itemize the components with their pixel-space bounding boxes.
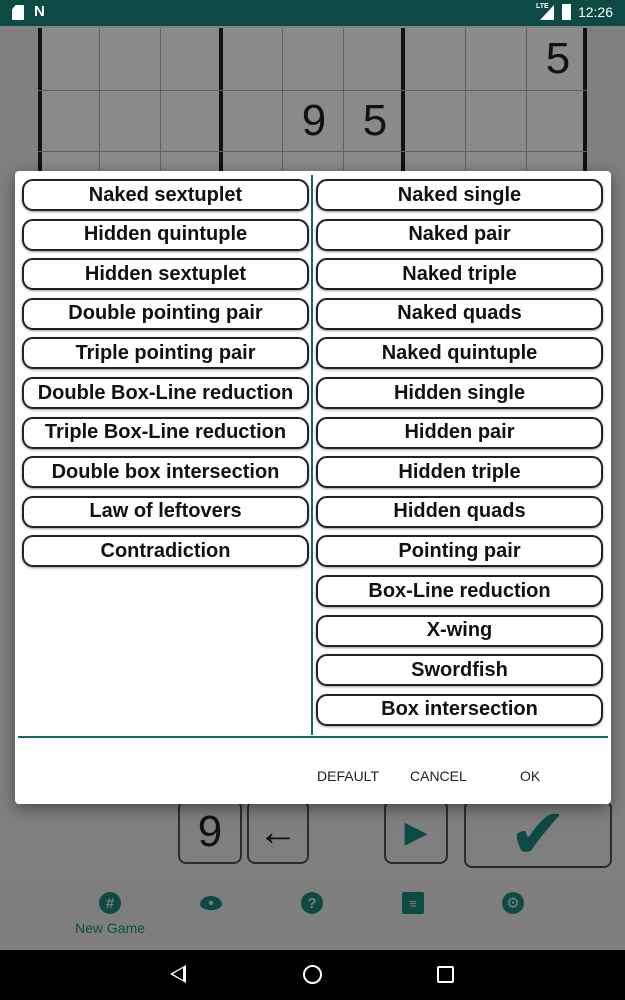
network-type: LTE [536, 3, 549, 10]
strategy-option[interactable]: Triple pointing pair [22, 337, 309, 370]
nav-new-game[interactable]: # New Game [75, 892, 145, 936]
strategy-option[interactable]: Box-Line reduction [316, 575, 603, 607]
strategy-option[interactable]: Naked quads [316, 297, 603, 330]
strategy-option[interactable]: Law of leftovers [22, 495, 309, 528]
strategy-option[interactable]: Triple Box-Line reduction [22, 416, 309, 449]
strategy-option[interactable]: Hidden sextuplet [22, 258, 309, 291]
nav-settings[interactable]: ⚙ [502, 892, 524, 914]
strategy-option[interactable]: Double Box-Line reduction [22, 377, 309, 409]
eye-icon: • [200, 895, 222, 912]
system-navigation-bar [0, 950, 625, 1000]
status-time: 12:26 [577, 4, 613, 20]
strategy-option[interactable]: Hidden single [316, 377, 603, 409]
strategy-option[interactable]: Naked quintuple [316, 337, 603, 370]
back-icon[interactable] [170, 965, 186, 983]
board-digit: 5 [362, 96, 388, 145]
strategy-selection-dialog: Naked sextuplet Hidden quintuple Hidden se… [15, 171, 611, 804]
column-divider [311, 175, 313, 735]
strategy-option[interactable]: Hidden quintuple [22, 218, 309, 251]
strategy-option[interactable]: X-wing [316, 614, 603, 647]
nav-list[interactable]: ≡ [402, 892, 424, 914]
digit-9-button[interactable]: 9 [178, 800, 242, 864]
sudoku-board: 595 [38, 28, 587, 178]
gear-icon: ⚙ [502, 892, 524, 914]
strategy-option[interactable]: Hidden pair [316, 416, 603, 449]
strategy-option[interactable]: Double pointing pair [22, 297, 309, 330]
recent-apps-icon[interactable] [437, 966, 454, 983]
n-notification-icon: N [34, 3, 45, 20]
default-button[interactable]: DEFAULT [317, 768, 379, 784]
strategy-option[interactable]: Double box intersection [22, 456, 309, 489]
home-icon[interactable] [303, 965, 322, 984]
check-icon[interactable]: ✔ [464, 795, 612, 873]
bottom-navigation: # New Game • ? ≡ ⚙ [0, 880, 625, 950]
board-digit: 9 [301, 96, 327, 145]
grid-icon: # [99, 892, 122, 914]
nav-help[interactable]: ? [301, 892, 323, 914]
board-digit: 5 [545, 34, 571, 83]
dialog-divider [18, 736, 608, 738]
backspace-button[interactable]: ← [247, 800, 309, 864]
nav-label: New Game [75, 920, 146, 936]
sd-card-icon [12, 5, 24, 20]
strategy-option[interactable]: Naked single [316, 179, 603, 211]
nav-eye[interactable]: • [200, 892, 222, 912]
strategy-option[interactable]: Swordfish [316, 654, 603, 687]
strategy-option[interactable]: Contradiction [22, 535, 309, 568]
cancel-button[interactable]: CANCEL [410, 768, 467, 784]
ok-button[interactable]: OK [520, 768, 540, 784]
strategy-option[interactable]: Naked pair [316, 218, 603, 251]
strategy-option[interactable]: Pointing pair [316, 535, 603, 568]
strategy-option[interactable]: Hidden quads [316, 495, 603, 528]
strategy-option[interactable]: Hidden triple [316, 456, 603, 489]
strategy-option[interactable]: Box intersection [316, 693, 603, 726]
status-bar: N LTE 12:26 [0, 0, 625, 26]
help-icon: ? [301, 892, 323, 914]
battery-icon [562, 4, 571, 20]
list-icon: ≡ [402, 892, 424, 914]
strategy-option[interactable]: Naked triple [316, 258, 603, 291]
strategy-option[interactable]: Naked sextuplet [22, 179, 309, 211]
play-icon[interactable]: ▶ [384, 800, 448, 864]
